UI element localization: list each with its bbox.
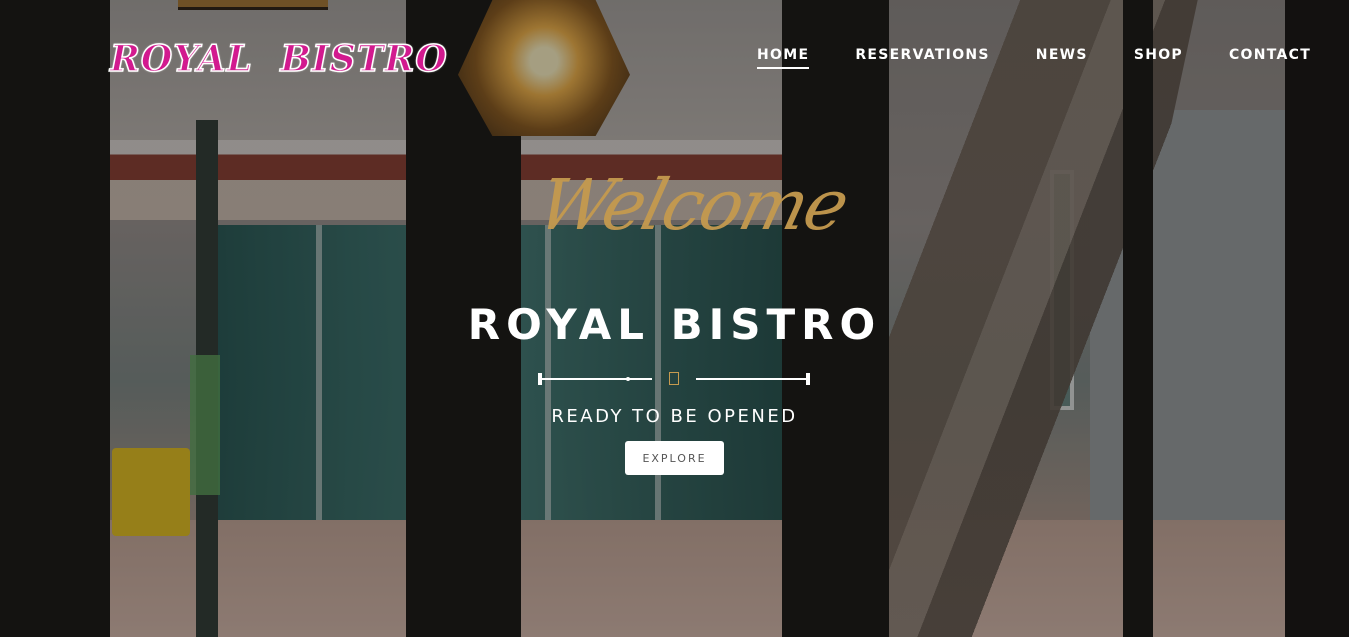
hero-divider [538, 370, 810, 388]
square-outline-icon [669, 372, 679, 385]
explore-button[interactable]: EXPLORE [625, 441, 724, 475]
hero-script-heading: Welcome [529, 164, 856, 246]
hero-subtitle: READY TO BE OPENED [551, 406, 798, 427]
hero-title: ROYAL BISTRO [467, 300, 882, 349]
hero-section: Welcome ROYAL BISTRO READY TO BE OPENED … [0, 0, 1349, 637]
